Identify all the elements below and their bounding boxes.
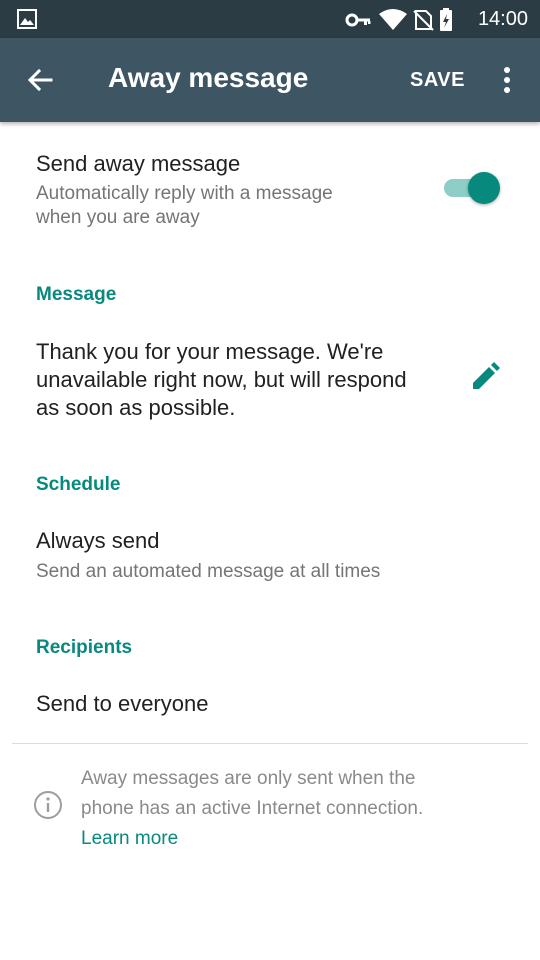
battery-charging-icon bbox=[440, 8, 452, 31]
section-header-message: Message bbox=[36, 284, 117, 305]
message-line-2: unavailable right now, but will respond bbox=[36, 367, 407, 392]
more-vert-icon[interactable] bbox=[496, 66, 518, 99]
schedule-title: Always send bbox=[36, 528, 160, 553]
status-icons bbox=[345, 8, 455, 37]
key-icon bbox=[345, 13, 371, 27]
message-line-3: as soon as possible. bbox=[36, 395, 236, 420]
section-header-recipients: Recipients bbox=[36, 637, 133, 658]
status-time: 14:00 bbox=[477, 8, 528, 30]
message-line-1: Thank you for your message. We're bbox=[36, 339, 384, 364]
recipients-title: Send to everyone bbox=[36, 691, 209, 716]
footer-note: Away messages are only sent when the pho… bbox=[81, 764, 511, 854]
no-sim-icon bbox=[413, 10, 434, 31]
learn-more-link[interactable]: Learn more bbox=[81, 824, 511, 854]
divider bbox=[12, 743, 528, 744]
info-icon bbox=[33, 790, 63, 825]
section-header-schedule: Schedule bbox=[36, 474, 121, 495]
wifi-icon bbox=[379, 9, 407, 30]
send-away-subtitle-1: Automatically reply with a message bbox=[36, 183, 333, 204]
send-away-title: Send away message bbox=[36, 151, 241, 176]
toggle-thumb bbox=[468, 172, 500, 204]
save-button[interactable]: SAVE bbox=[410, 69, 465, 92]
gallery-icon bbox=[17, 9, 37, 34]
edit-pencil-icon[interactable] bbox=[470, 362, 500, 397]
app-bar: Away message SAVE bbox=[0, 38, 540, 122]
status-bar: 14:00 bbox=[0, 0, 540, 38]
page-title: Away message bbox=[108, 62, 309, 93]
back-arrow-icon[interactable] bbox=[26, 66, 54, 99]
send-away-subtitle-2: when you are away bbox=[36, 207, 200, 228]
schedule-subtitle: Send an automated message at all times bbox=[36, 561, 381, 582]
footer-note-line-1: Away messages are only sent when the bbox=[81, 768, 416, 789]
footer-note-line-2: phone has an active Internet connection. bbox=[81, 798, 424, 819]
send-away-toggle[interactable] bbox=[444, 172, 500, 204]
